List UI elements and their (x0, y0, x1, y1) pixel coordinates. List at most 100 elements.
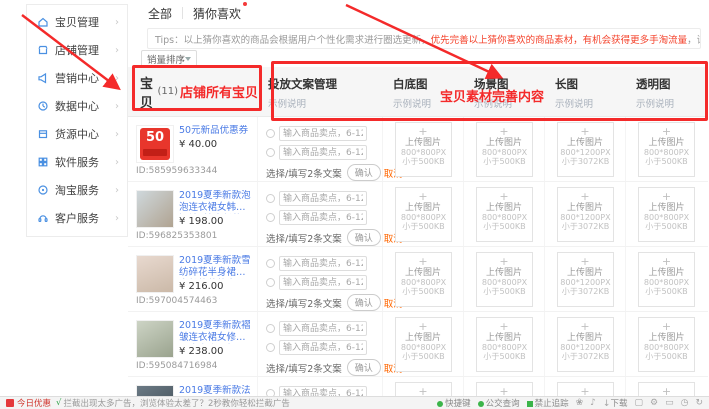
annotation-all-products: 店铺所有宝贝 (180, 82, 258, 101)
promo-label[interactable]: 今日优惠 (17, 397, 51, 409)
product-title-link[interactable]: 2019夏季新款泡泡连衣裙女韩版短袖T恤中长款 (179, 190, 253, 214)
shortcut-keys-item[interactable]: 快捷键 (437, 397, 471, 409)
copy-cell: 选择/填写2条文案确认取消 (258, 117, 383, 181)
sidebar-item-customer-service[interactable]: 客户服务 › (27, 204, 127, 232)
upload-image-button[interactable]: +上传图片800*1200PX小于3072KB (557, 382, 614, 398)
upload-image-button[interactable]: +上传图片800*800PX小于500KB (395, 122, 452, 177)
tab-guess-you-like[interactable]: 猜你喜欢 (193, 5, 241, 22)
upload-image-button[interactable]: +上传图片800*1200PX小于3072KB (557, 252, 614, 307)
tab-bar: 全部 猜你喜欢 (148, 2, 241, 24)
upload-image-button[interactable]: +上传图片800*800PX小于500KB (395, 187, 452, 242)
confirm-button[interactable]: 确认 (347, 164, 381, 181)
copy-radio[interactable] (266, 259, 275, 268)
no-track-item[interactable]: 禁止追踪 (527, 397, 569, 409)
copy-cell: 选择/填写2条文案确认取消 (258, 377, 383, 397)
example-link[interactable]: 示例说明 (393, 96, 464, 110)
copy-radio[interactable] (266, 324, 275, 333)
upload-image-button[interactable]: +上传图片800*800PX小于500KB (638, 317, 695, 372)
selling-point-input[interactable] (279, 191, 367, 206)
sidebar-item-label: 客户服务 (55, 210, 99, 226)
supply-store-icon (37, 128, 49, 140)
upload-image-button[interactable]: +上传图片800*1200PX小于3072KB (557, 187, 614, 242)
transit-query-item[interactable]: 公交查询 (478, 397, 520, 409)
confirm-button[interactable]: 确认 (347, 229, 381, 246)
product-title-link[interactable]: 50元新品优惠券 (179, 125, 248, 137)
header-copy-manage: 投放文案管理 示例说明 (258, 67, 383, 116)
example-link[interactable]: 示例说明 (268, 96, 383, 110)
selling-point-input[interactable] (279, 145, 367, 160)
example-link[interactable]: 示例说明 (474, 96, 545, 110)
sidebar-item-taobao-service[interactable]: 淘宝服务 › (27, 176, 127, 204)
product-image (136, 255, 174, 293)
copy-radio[interactable] (266, 213, 275, 222)
long-upload-cell: +上传图片800*1200PX小于3072KB (545, 312, 626, 376)
plus-icon: + (396, 127, 451, 137)
sidebar-item-supply-center[interactable]: 货源中心 › (27, 120, 127, 148)
upload-image-button[interactable]: +上传图片800*800PX小于500KB (476, 122, 533, 177)
plus-icon: + (558, 322, 613, 332)
copy-radio[interactable] (266, 129, 275, 138)
upload-image-button[interactable]: +上传图片800*800PX小于500KB (638, 252, 695, 307)
product-cell: 2019夏季新款泡泡连衣裙女韩版短袖T恤中长款 ¥ 198.00 ID:5968… (128, 182, 258, 246)
tips-banner: Tips：以上猜你喜欢的商品会根据用户个性化需求进行圈选更新，优先完善以上猜你喜… (147, 28, 701, 49)
taobao-circle-icon (37, 184, 49, 196)
upload-image-button[interactable]: +上传图片800*800PX小于500KB (395, 382, 452, 398)
product-title-link[interactable]: 2019夏季新款褶皱连衣裙女修身显瘦小众网红 (179, 320, 253, 344)
tab-all[interactable]: 全部 (148, 5, 172, 22)
data-compass-icon (37, 100, 49, 112)
copy-radio[interactable] (266, 148, 275, 157)
sidebar-item-data-center[interactable]: 数据中心 › (27, 92, 127, 120)
panel-icon[interactable]: ▭ (665, 398, 674, 408)
upload-image-button[interactable]: +上传图片800*800PX小于500KB (476, 252, 533, 307)
download-button[interactable]: ↓下载 (603, 397, 628, 409)
upload-image-button[interactable]: +上传图片800*800PX小于500KB (476, 187, 533, 242)
selling-point-input[interactable] (279, 340, 367, 355)
sidebar-item-software-service[interactable]: 软件服务 › (27, 148, 127, 176)
selling-point-input[interactable] (279, 321, 367, 336)
copy-radio[interactable] (266, 343, 275, 352)
product-price: ¥ 216.00 (179, 281, 253, 292)
sidebar-item-label: 营销中心 (55, 70, 99, 86)
product-title-link[interactable]: 2019夏季新款雪纺碎花半身裙女中长款薄款白 (179, 255, 253, 279)
music-icon[interactable]: ♪ (590, 398, 596, 408)
upload-image-button[interactable]: +上传图片800*1200PX小于3072KB (557, 122, 614, 177)
example-link[interactable]: 示例说明 (636, 96, 707, 110)
sidebar-item-shop-manage[interactable]: 店铺管理 › (27, 36, 127, 64)
transparent-upload-cell: +上传图片800*800PX小于500KB (626, 117, 707, 181)
upload-image-button[interactable]: +上传图片800*1200PX小于3072KB (557, 317, 614, 372)
confirm-button[interactable]: 确认 (347, 359, 381, 376)
selling-point-input[interactable] (279, 275, 367, 290)
plus-icon: + (396, 322, 451, 332)
sidebar-item-treasure-manage[interactable]: 宝贝管理 › (27, 8, 127, 36)
sidebar-item-marketing-center[interactable]: 营销中心 › (27, 64, 127, 92)
upload-image-button[interactable]: +上传图片800*800PX小于500KB (638, 382, 695, 398)
example-link[interactable]: 示例说明 (555, 96, 626, 110)
upload-image-button[interactable]: +上传图片800*800PX小于500KB (395, 252, 452, 307)
refresh-icon[interactable]: ↻ (695, 398, 703, 408)
product-id: ID:597004574463 (136, 296, 253, 306)
window-icon[interactable]: ▢ (634, 398, 643, 408)
tips-text: Tips：以上猜你喜欢的商品会根据用户个性化需求进行圈选更新， (155, 32, 431, 46)
chevron-right-icon: › (115, 129, 119, 140)
upload-image-button[interactable]: +上传图片800*800PX小于500KB (638, 187, 695, 242)
product-id: ID:595084716984 (136, 361, 253, 371)
copy-radio[interactable] (266, 194, 275, 203)
history-clock-icon[interactable]: ◷ (681, 398, 689, 408)
white-bg-upload-cell: +上传图片800*800PX小于500KB (383, 312, 464, 376)
selling-point-input[interactable] (279, 126, 367, 141)
upload-image-button[interactable]: +上传图片800*800PX小于500KB (395, 317, 452, 372)
upload-image-button[interactable]: +上传图片800*800PX小于500KB (476, 317, 533, 372)
sort-label: 销量排序 (147, 52, 185, 66)
settings-gear-icon[interactable]: ⚙ (650, 398, 658, 408)
confirm-button[interactable]: 确认 (347, 294, 381, 311)
copy-radio[interactable] (266, 278, 275, 287)
upload-image-button[interactable]: +上传图片800*800PX小于500KB (476, 382, 533, 398)
skin-icon[interactable]: ❀ (576, 398, 584, 408)
copy-cell: 选择/填写2条文案确认取消 (258, 312, 383, 376)
sort-dropdown[interactable]: 销量排序 (141, 50, 197, 67)
selling-point-input[interactable] (279, 256, 367, 271)
selling-point-input[interactable] (279, 210, 367, 225)
long-upload-cell: +上传图片800*1200PX小于3072KB (545, 247, 626, 311)
upload-image-button[interactable]: +上传图片800*800PX小于500KB (638, 122, 695, 177)
table-row: 50 50元新品优惠券 ¥ 40.00 ID:585959633344 选择/填… (128, 117, 708, 182)
